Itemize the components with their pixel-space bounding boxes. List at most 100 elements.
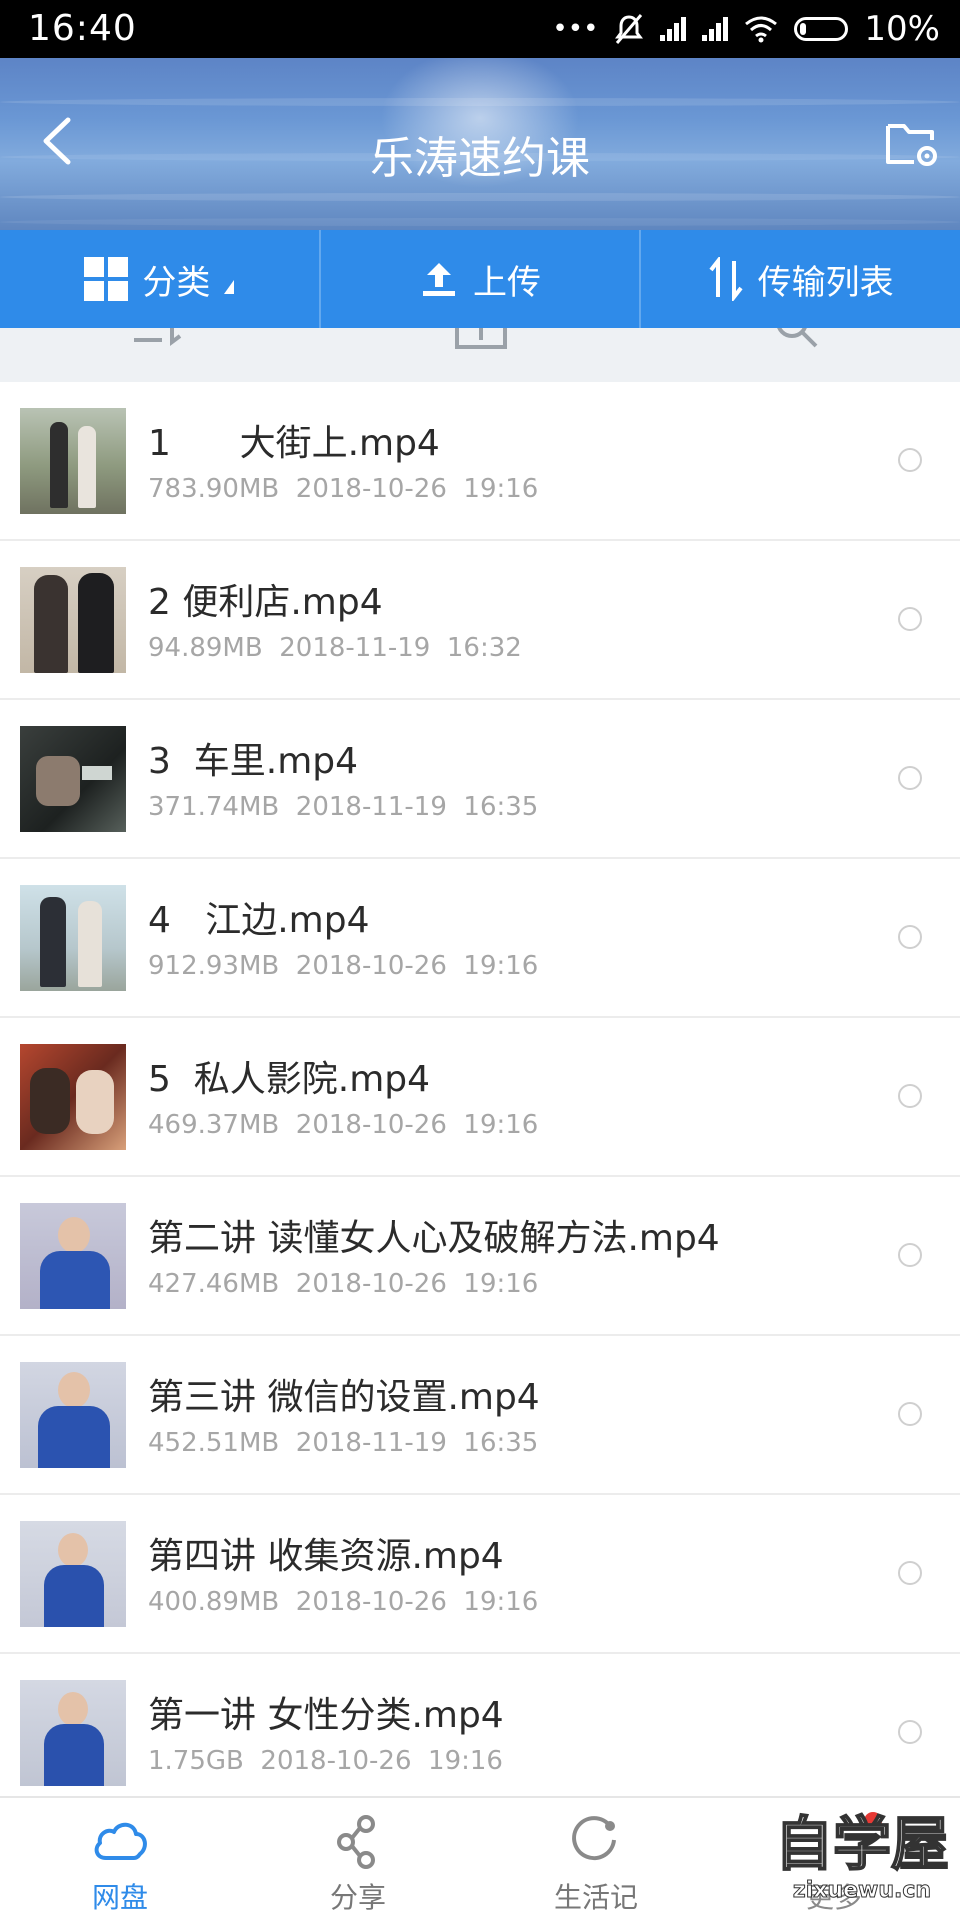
new-folder-icon[interactable] bbox=[454, 328, 508, 352]
file-date: 2018-11-19 16:35 bbox=[295, 792, 539, 822]
thumbnail-figure bbox=[78, 901, 102, 987]
file-date: 2018-10-26 19:16 bbox=[295, 1269, 539, 1299]
watermark-site: zixuewu.cn bbox=[792, 1878, 932, 1904]
select-radio[interactable] bbox=[898, 1243, 922, 1267]
thumbnail-figure bbox=[44, 1724, 104, 1786]
status-bar: 16:40 ••• 10% bbox=[0, 0, 960, 58]
battery-icon bbox=[794, 17, 849, 41]
file-size: 427.46MB bbox=[148, 1269, 280, 1299]
nav-tab-label: 分享 bbox=[329, 1881, 386, 1914]
video-thumbnail bbox=[20, 567, 126, 673]
notification-dots: ••• bbox=[552, 14, 599, 44]
wifi-icon bbox=[745, 16, 778, 43]
nav-tab-label: 生活记 bbox=[553, 1881, 638, 1914]
select-radio[interactable] bbox=[898, 1402, 922, 1426]
file-name: 5 私人影院.mp4 bbox=[148, 1059, 431, 1100]
upload-label: 上传 bbox=[473, 262, 541, 303]
folder-settings-icon[interactable] bbox=[884, 118, 940, 170]
file-meta: 783.90MB 2018-10-26 19:16 bbox=[148, 474, 538, 504]
select-radio[interactable] bbox=[898, 1084, 922, 1108]
file-date: 2018-10-26 19:16 bbox=[260, 1746, 503, 1776]
video-thumbnail bbox=[20, 1362, 126, 1468]
file-name: 4 江边.mp4 bbox=[148, 900, 370, 941]
hidden-action-row bbox=[0, 328, 960, 382]
file-size: 400.89MB bbox=[148, 1587, 280, 1617]
site-watermark: 自学屋 zixuewu.cn bbox=[772, 1810, 952, 1912]
cloud-icon bbox=[94, 1822, 147, 1860]
file-row[interactable]: 第三讲 微信的设置.mp4 452.51MB 2018-11-19 16:35 bbox=[0, 1336, 960, 1495]
upload-icon bbox=[423, 263, 455, 296]
video-thumbnail bbox=[20, 1203, 126, 1309]
thumbnail-figure bbox=[58, 1533, 88, 1567]
select-radio[interactable] bbox=[898, 925, 922, 949]
thumbnail-figure bbox=[34, 575, 68, 673]
file-size: 783.90MB bbox=[148, 474, 280, 504]
video-thumbnail bbox=[20, 885, 126, 991]
thumbnail-figure bbox=[58, 1217, 90, 1253]
select-radio[interactable] bbox=[898, 766, 922, 790]
page-title: 乐涛速约课 bbox=[370, 133, 590, 184]
file-meta: 469.37MB 2018-10-26 19:16 bbox=[148, 1110, 538, 1140]
file-row[interactable]: 第一讲 女性分类.mp4 1.75GB 2018-10-26 19:16 bbox=[0, 1654, 960, 1813]
file-meta: 912.93MB 2018-10-26 19:16 bbox=[148, 951, 538, 981]
sort-icon[interactable] bbox=[128, 328, 188, 358]
mute-icon bbox=[615, 14, 644, 44]
file-row[interactable]: 第四讲 收集资源.mp4 400.89MB 2018-10-26 19:16 bbox=[0, 1495, 960, 1654]
thumbnail-figure bbox=[40, 1251, 110, 1309]
status-time: 16:40 bbox=[28, 8, 137, 49]
select-radio[interactable] bbox=[898, 1720, 922, 1744]
video-thumbnail bbox=[20, 726, 126, 832]
thumbnail-figure bbox=[44, 1565, 104, 1627]
file-row[interactable]: 3 车里.mp4 371.74MB 2018-11-19 16:35 bbox=[0, 700, 960, 859]
category-button[interactable]: 分类 bbox=[0, 230, 321, 328]
video-thumbnail bbox=[20, 1044, 126, 1150]
grid-icon bbox=[84, 257, 129, 301]
file-date: 2018-11-19 16:35 bbox=[295, 1428, 539, 1458]
nav-tab-cloud[interactable]: 网盘 bbox=[20, 1798, 220, 1922]
file-row[interactable]: 第二讲 读懂女人心及破解方法.mp4 427.46MB 2018-10-26 1… bbox=[0, 1177, 960, 1336]
nav-tab-label: 网盘 bbox=[91, 1881, 148, 1914]
thumbnail-figure bbox=[76, 1070, 114, 1134]
action-toolbar: 分类 上传 传输列表 bbox=[0, 230, 960, 328]
signal-icon-2 bbox=[702, 17, 729, 41]
share-icon bbox=[337, 1815, 375, 1869]
file-row[interactable]: 5 私人影院.mp4 469.37MB 2018-10-26 19:16 bbox=[0, 1018, 960, 1177]
thumbnail-figure bbox=[50, 422, 68, 508]
transfer-list-label: 传输列表 bbox=[757, 262, 894, 303]
category-label: 分类 bbox=[142, 262, 211, 303]
battery-level: 10% bbox=[864, 9, 940, 49]
thumbnail-figure bbox=[30, 1068, 70, 1134]
transfer-list-button[interactable]: 传输列表 bbox=[641, 230, 960, 328]
thumbnail-figure bbox=[40, 897, 66, 987]
thumbnail-figure bbox=[58, 1372, 90, 1408]
select-radio[interactable] bbox=[898, 448, 922, 472]
watermark-title: 自学屋 bbox=[774, 1810, 950, 1878]
file-list: 1 大街上.mp4 783.90MB 2018-10-26 19:16 2 便利… bbox=[0, 382, 960, 1813]
nav-tab-share[interactable]: 分享 bbox=[258, 1798, 458, 1922]
thumbnail-figure bbox=[78, 426, 96, 508]
select-radio[interactable] bbox=[898, 1561, 922, 1585]
signal-icon-1 bbox=[660, 17, 687, 41]
file-name: 第三讲 微信的设置.mp4 bbox=[148, 1377, 540, 1418]
search-icon[interactable] bbox=[772, 328, 822, 352]
file-row[interactable]: 4 江边.mp4 912.93MB 2018-10-26 19:16 bbox=[0, 859, 960, 1018]
file-meta: 371.74MB 2018-11-19 16:35 bbox=[148, 792, 538, 822]
upload-button[interactable]: 上传 bbox=[321, 230, 642, 328]
file-row[interactable]: 2 便利店.mp4 94.89MB 2018-11-19 16:32 bbox=[0, 541, 960, 700]
nav-tab-life[interactable]: 生活记 bbox=[496, 1798, 696, 1922]
header-wave bbox=[0, 98, 960, 106]
thumbnail-figure bbox=[78, 573, 114, 673]
file-row[interactable]: 1 大街上.mp4 783.90MB 2018-10-26 19:16 bbox=[0, 382, 960, 541]
header: 乐涛速约课 bbox=[0, 58, 960, 230]
file-name: 2 便利店.mp4 bbox=[148, 582, 383, 623]
video-thumbnail bbox=[20, 408, 126, 514]
file-date: 2018-10-26 19:16 bbox=[295, 951, 539, 981]
file-meta: 400.89MB 2018-10-26 19:16 bbox=[148, 1587, 538, 1617]
status-icons: ••• 10% bbox=[552, 8, 940, 50]
video-thumbnail bbox=[20, 1680, 126, 1786]
file-meta: 427.46MB 2018-10-26 19:16 bbox=[148, 1269, 538, 1299]
select-radio[interactable] bbox=[898, 607, 922, 631]
file-name: 1 大街上.mp4 bbox=[148, 423, 440, 464]
file-meta: 1.75GB 2018-10-26 19:16 bbox=[148, 1746, 503, 1776]
file-size: 1.75GB bbox=[148, 1746, 244, 1776]
